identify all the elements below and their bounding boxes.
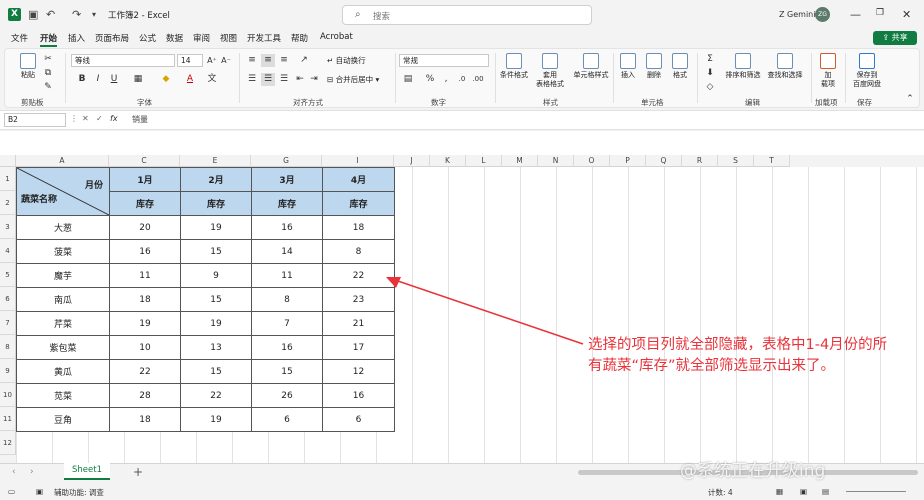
next-sheet-icon[interactable]: › <box>30 467 34 477</box>
page-break-view-icon[interactable]: ▤ <box>822 487 829 496</box>
page-layout-view-icon[interactable]: ▣ <box>800 487 807 496</box>
sheet-tab[interactable]: Sheet1 <box>64 463 110 480</box>
zoom-slider[interactable] <box>846 491 906 492</box>
annotation-line-1: 选择的项目列就全部隐藏，表格中1-4月份的所 <box>588 337 888 353</box>
prev-sheet-icon[interactable]: ‹ <box>12 467 16 477</box>
watermark: @系统正在升级ing <box>680 461 826 481</box>
annotation-text: 选择的项目列就全部隐藏，表格中1-4月份的所 有蔬菜“库存”就全部筛选显示出来了… <box>588 335 924 377</box>
annotation-arrow <box>386 277 584 345</box>
ready-icon: ▭ <box>8 487 16 496</box>
annotation-line-2: 有蔬菜“库存”就全部筛选显示出来了。 <box>588 358 836 374</box>
count-status: 计数: 4 <box>708 488 733 497</box>
arrow-line <box>391 278 584 345</box>
normal-view-icon[interactable]: ▦ <box>776 487 783 496</box>
status-bar <box>0 483 924 500</box>
add-sheet-icon[interactable]: + <box>133 465 143 479</box>
macro-record-icon[interactable]: ▣ <box>36 487 43 496</box>
accessibility-status[interactable]: 辅助功能: 调查 <box>54 487 104 498</box>
arrow-head-icon <box>386 277 401 288</box>
